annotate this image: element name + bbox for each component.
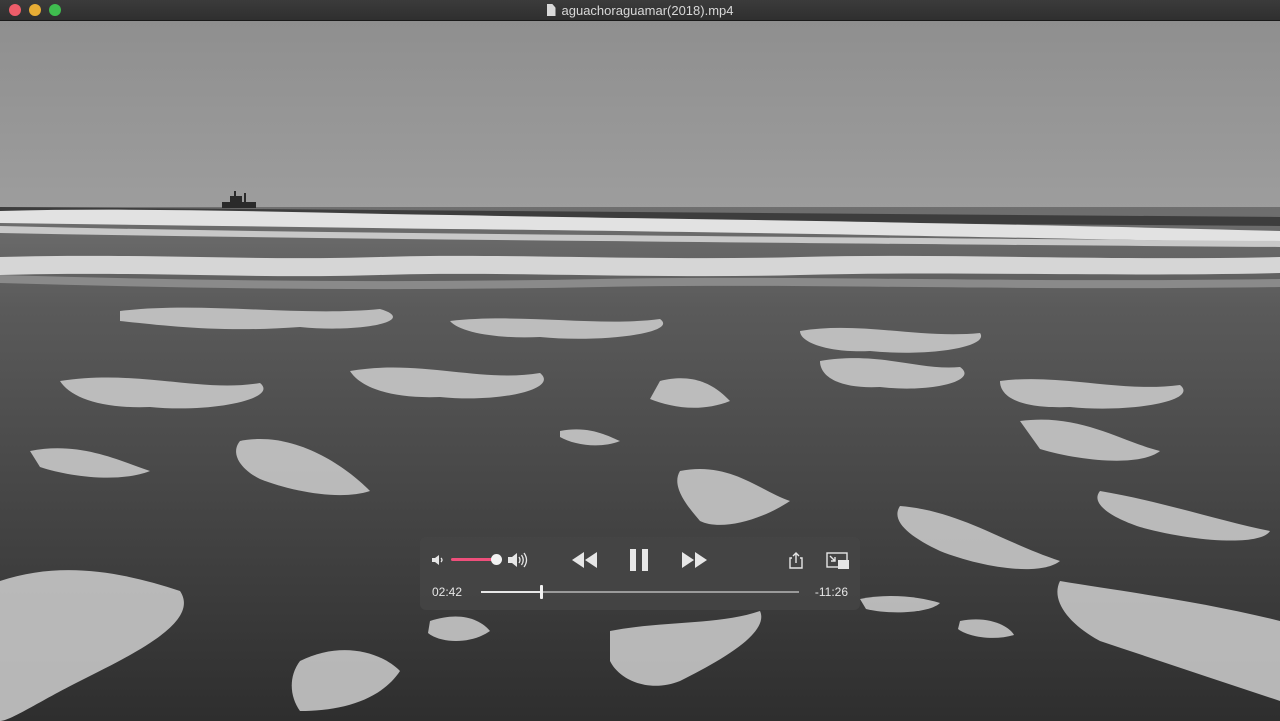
- video-frame-image: [0, 21, 1280, 721]
- rewind-icon[interactable]: [570, 550, 600, 570]
- playback-controls[interactable]: 02:42 -11:26: [420, 537, 860, 610]
- speaker-low-icon[interactable]: [431, 553, 445, 567]
- picture-in-picture-icon[interactable]: [826, 552, 850, 570]
- remaining-time: -11:26: [814, 585, 848, 599]
- title-bar[interactable]: aguachoraguamar(2018).mp4: [0, 0, 1280, 21]
- elapsed-time: 02:42: [432, 585, 463, 599]
- scrubber-track[interactable]: [481, 585, 799, 599]
- window-title: aguachoraguamar(2018).mp4: [0, 3, 1280, 18]
- document-icon: [546, 4, 556, 16]
- speaker-high-icon[interactable]: [507, 551, 529, 569]
- video-frame[interactable]: [0, 21, 1280, 721]
- fast-forward-icon[interactable]: [679, 550, 709, 570]
- scrubber-playhead[interactable]: [540, 585, 543, 599]
- scrubber-played: [481, 591, 541, 593]
- pause-icon[interactable]: [627, 548, 651, 572]
- volume-slider-knob[interactable]: [491, 554, 502, 565]
- window-title-text: aguachoraguamar(2018).mp4: [561, 3, 734, 18]
- video-player-window: aguachoraguamar(2018).mp4 02:42 -11:26: [0, 0, 1280, 721]
- share-icon[interactable]: [786, 551, 806, 571]
